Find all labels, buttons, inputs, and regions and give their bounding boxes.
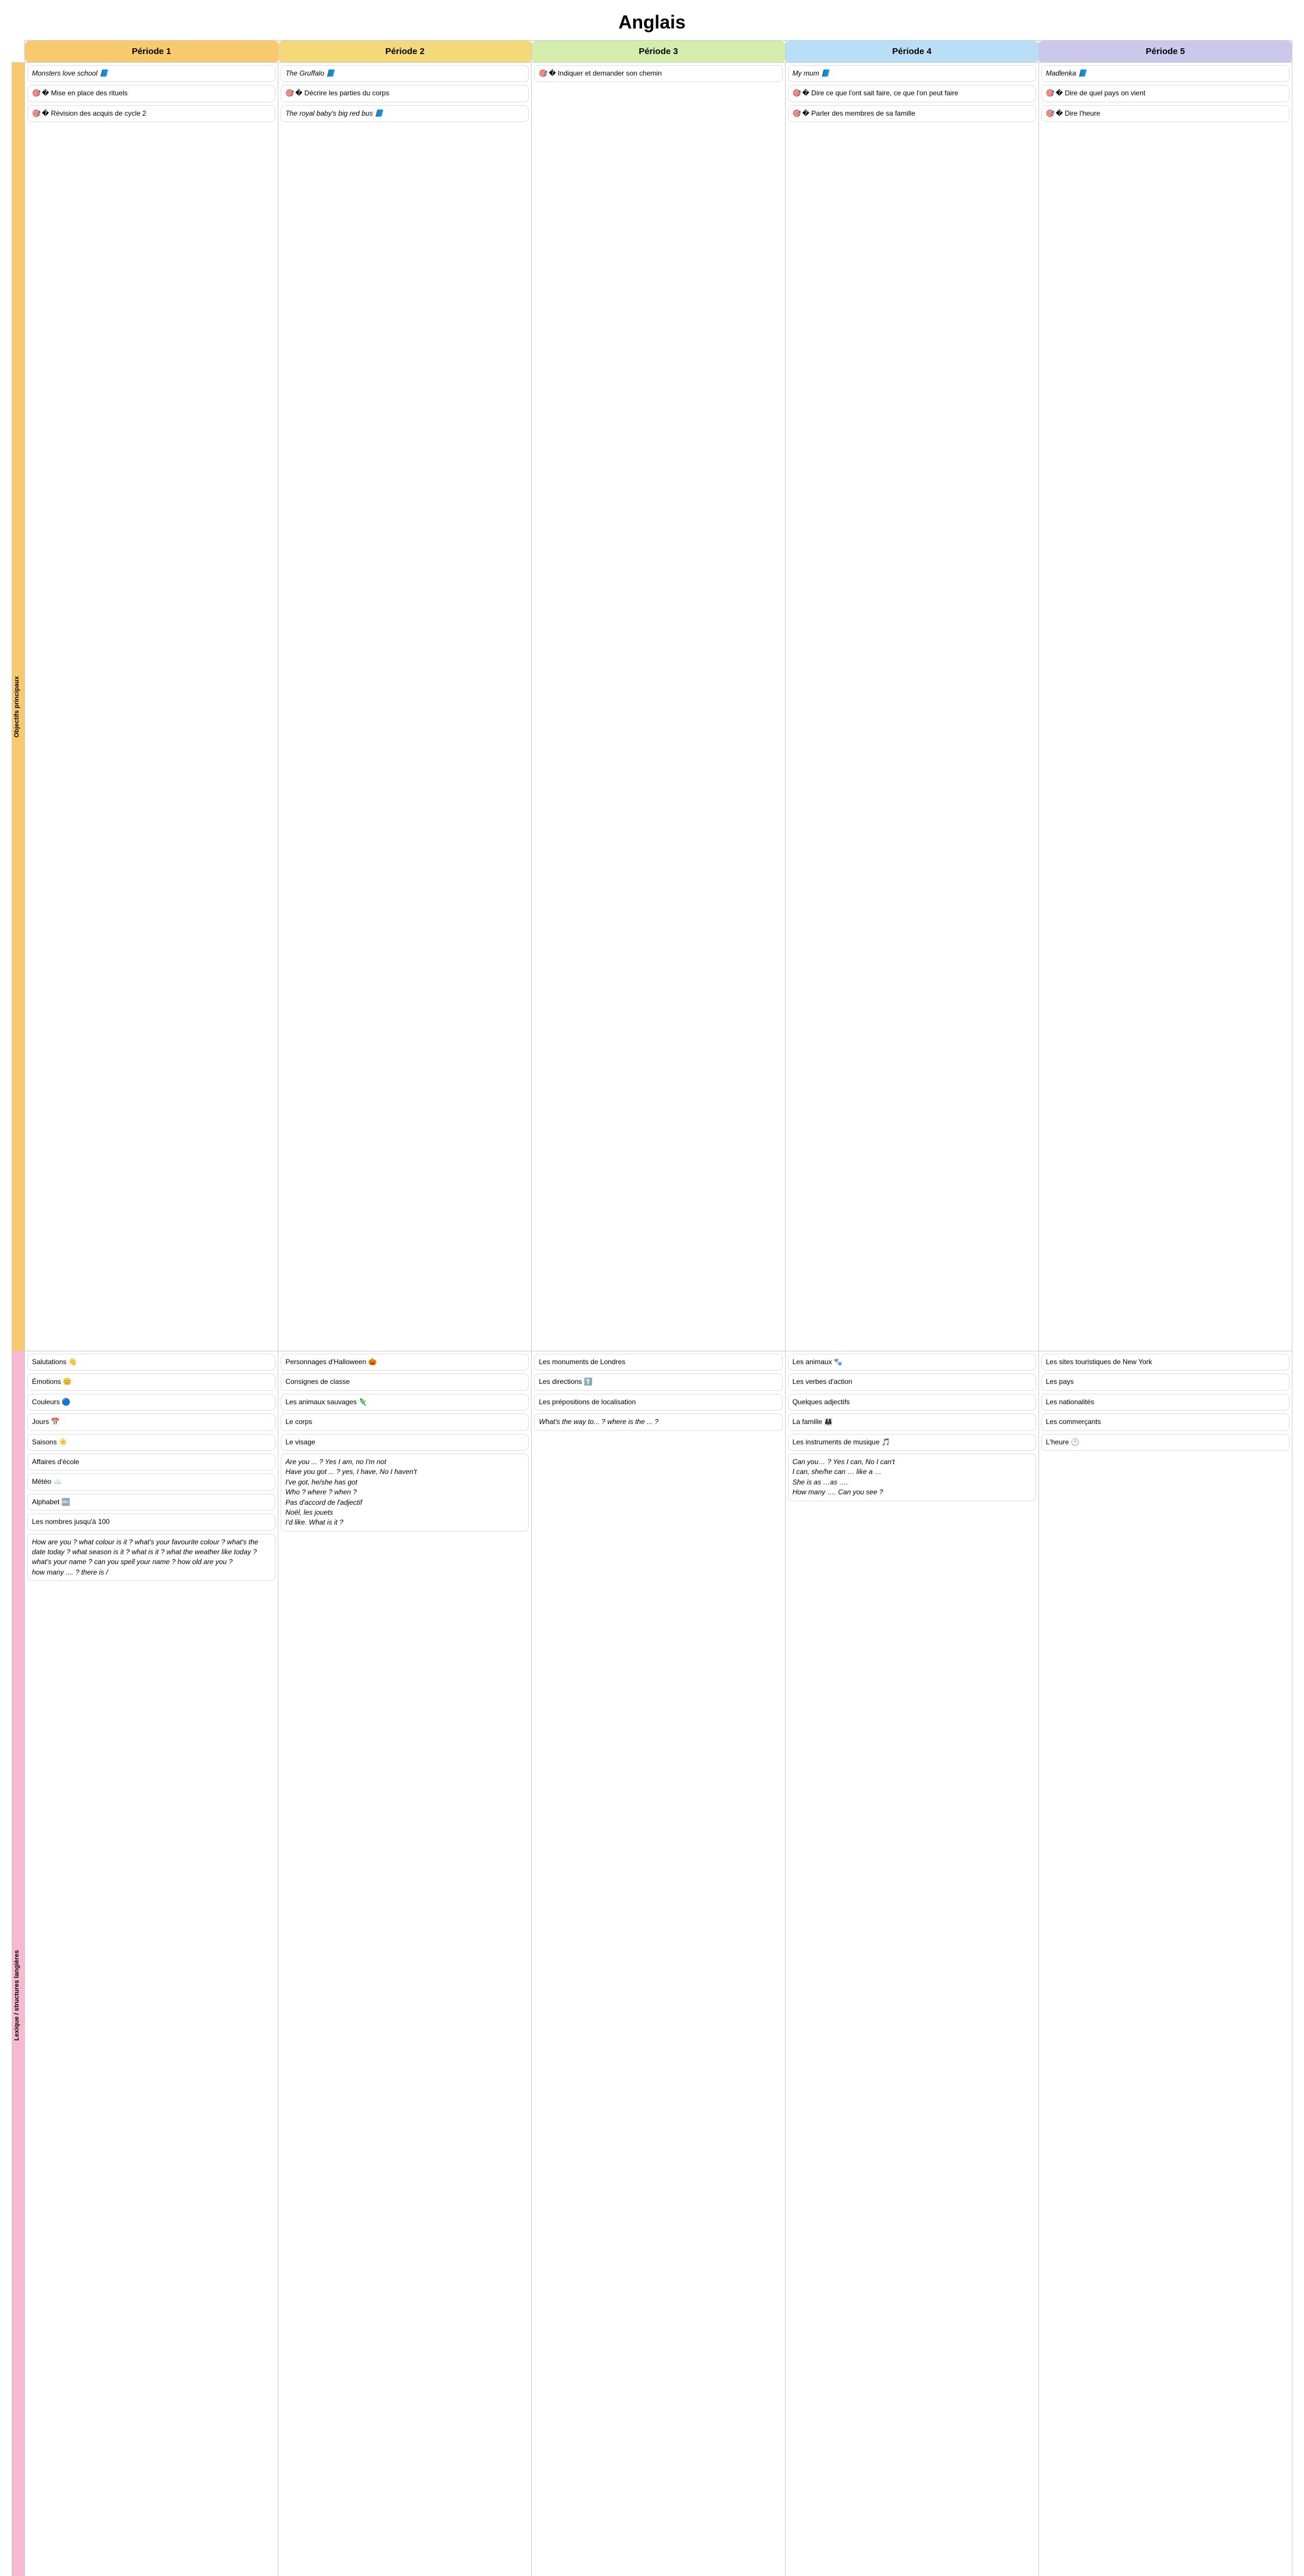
cell-item-s0-p5-i0: Madlenka 📘 [1041,65,1289,82]
period-header-1: Période 1 [25,41,278,63]
cell-s0-p5: Madlenka 📘 🎯� Dire de quel pays on vient 🎯… [1038,63,1292,1351]
section-label-0: Objectifs principaux [12,63,22,1351]
period-header-4: Période 4 [785,41,1038,63]
cell-item-s1-p1-i5: Affaires d'école [27,1454,275,1471]
period-header-3: Période 3 [532,41,785,63]
cell-item-s1-p1-i3: Jours 📅 [27,1414,275,1430]
cell-item-s0-p2-i1: 🎯� Décrire les parties du corps [281,85,529,102]
cell-item-s0-p1-i0: Monsters love school 📘 [27,65,275,82]
cell-item-s1-p5-i0: Les sites touristiques de New York [1041,1354,1289,1371]
cell-item-s1-p2-i2: Les animaux sauvages 🦎 [281,1394,529,1411]
cell-s1-p3: Les monuments de Londres Les directions ⬆… [532,1351,785,2576]
cell-item-s1-p5-i4: L'heure 🕐 [1041,1434,1289,1451]
cell-item-s1-p1-i4: Saisons ☀️ [27,1434,275,1451]
cell-s0-p4: My mum 📘 🎯� Dire ce que l'ont sait faire,… [785,63,1038,1351]
cell-s1-p5: Les sites touristiques de New York Les pa… [1038,1351,1292,2576]
cell-item-s0-p2-i2: The royal baby's big red bus 📘 [281,105,529,122]
cell-s0-p2: The Gruffalo 📘 🎯� Décrire les parties du … [278,63,532,1351]
cell-s1-p4: Les animaux 🐾 Les verbes d'action Quelques… [785,1351,1038,2576]
cell-item-s0-p5-i1: 🎯� Dire de quel pays on vient [1041,85,1289,102]
cell-item-s0-p5-i2: 🎯� Dire l'heure [1041,105,1289,122]
cell-item-s1-p1-i6: Météo ☁️ [27,1473,275,1490]
cell-item-s1-p3-i1: Les directions ⬆️ [534,1373,782,1390]
cell-item-s1-p3-i2: Les prépositions de localisation [534,1394,782,1411]
cell-item-s1-p4-i5: Can you… ? Yes I can, No I can't I can, … [788,1454,1036,1501]
cell-item-s1-p4-i1: Les verbes d'action [788,1373,1036,1390]
cell-item-s1-p5-i1: Les pays [1041,1373,1289,1390]
cell-item-s0-p3-i0: 🎯� Indiquer et demander son chemin [534,65,782,82]
cell-item-s0-p4-i1: 🎯� Dire ce que l'ont sait faire, ce que … [788,85,1036,102]
cell-item-s0-p4-i2: 🎯� Parler des membres de sa famille [788,105,1036,122]
page-title: Anglais [12,12,1292,33]
cell-item-s1-p4-i0: Les animaux 🐾 [788,1354,1036,1371]
cell-item-s1-p1-i8: Les nombres jusqu'à 100 [27,1514,275,1530]
cell-item-s1-p1-i0: Salutations 👋 [27,1354,275,1371]
cell-item-s1-p1-i9: How are you ? what colour is it ? what's… [27,1534,275,1582]
period-header-2: Période 2 [278,41,532,63]
cell-item-s1-p2-i1: Consignes de classe [281,1373,529,1390]
cell-item-s1-p2-i0: Personnages d'Halloween 🎃 [281,1354,529,1371]
cell-item-s1-p1-i1: Émotions 😊 [27,1373,275,1390]
cell-item-s1-p1-i2: Couleurs 🔵 [27,1394,275,1411]
cell-item-s1-p5-i2: Les nationalités [1041,1394,1289,1411]
cell-item-s1-p5-i3: Les commerçants [1041,1414,1289,1430]
cell-s1-p1: Salutations 👋 Émotions 😊 Couleurs 🔵 Jours 📅… [25,1351,278,2576]
cell-item-s0-p4-i0: My mum 📘 [788,65,1036,82]
cell-s0-p1: Monsters love school 📘 🎯� Mise en place d… [25,63,278,1351]
cell-item-s1-p2-i5: Are you ... ? Yes I am, no I'm not Have … [281,1454,529,1532]
cell-s1-p2: Personnages d'Halloween 🎃 Consignes de cl… [278,1351,532,2576]
section-label-1: Lexique / structures langières [12,1351,22,2576]
cell-item-s0-p2-i0: The Gruffalo 📘 [281,65,529,82]
cell-item-s1-p3-i3: What's the way to... ? where is the ... … [534,1414,782,1430]
cell-s0-p3: 🎯� Indiquer et demander son chemin [532,63,785,1351]
section-row-1: Lexique / structures langièresSalutation… [12,1351,1292,2576]
cell-item-s1-p4-i4: Les instruments de musique 🎵 [788,1434,1036,1451]
cell-item-s0-p1-i2: 🎯� Révision des acquis de cycle 2 [27,105,275,122]
cell-item-s1-p2-i3: Le corps [281,1414,529,1430]
cell-item-s1-p4-i2: Quelques adjectifs [788,1394,1036,1411]
cell-item-s1-p4-i3: La famille 👨‍👩‍👧 [788,1414,1036,1430]
cell-item-s1-p2-i4: Le visage [281,1434,529,1451]
cell-item-s1-p3-i0: Les monuments de Londres [534,1354,782,1371]
cell-item-s0-p1-i1: 🎯� Mise en place des rituels [27,85,275,102]
cell-item-s1-p1-i7: Alphabet 🔤 [27,1494,275,1511]
period-header-5: Période 5 [1038,41,1292,63]
section-row-0: Objectifs principauxMonsters love school… [12,63,1292,1351]
